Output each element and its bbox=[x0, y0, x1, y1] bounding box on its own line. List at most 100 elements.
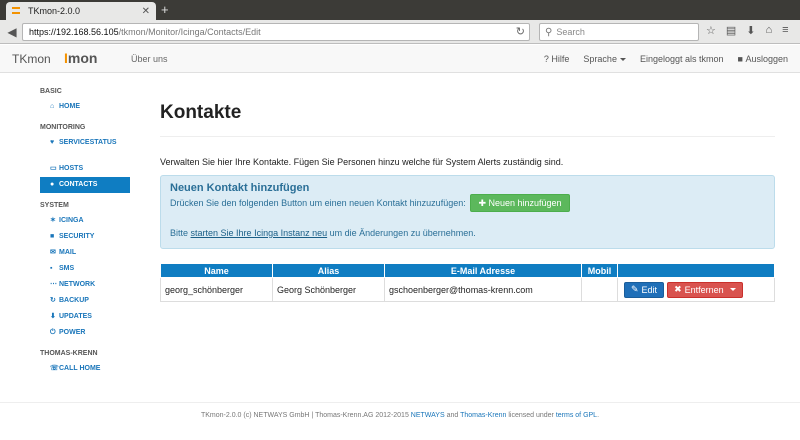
sidebar-item-label: ICINGA bbox=[59, 217, 84, 224]
close-icon: ✖ bbox=[674, 284, 682, 294]
sidebar-item-call-home[interactable]: ☏CALL HOME bbox=[40, 361, 130, 377]
close-tab-icon[interactable]: ✕ bbox=[142, 6, 150, 17]
restart-note: Bitte starten Sie Ihre Icinga Instanz ne… bbox=[170, 228, 476, 238]
sidebar-item-contacts[interactable]: ● CONTACTS bbox=[40, 177, 130, 193]
sidebar-item-label: MAIL bbox=[59, 249, 77, 256]
tkmon-logo: Imon bbox=[64, 50, 98, 66]
url-path: /tkmon/Monitor/Icinga/Contacts/Edit bbox=[118, 27, 261, 37]
panel-text: Drücken Sie den folgenden Button um eine… bbox=[170, 198, 466, 208]
help-icon: ? bbox=[543, 54, 552, 64]
bookmark-star-icon[interactable]: ☆ bbox=[706, 24, 716, 37]
sidebar-item-power[interactable]: ⏻ POWER bbox=[40, 325, 130, 341]
sidebar-item-label: HOSTS bbox=[59, 165, 84, 172]
gpl-terms-link[interactable]: terms of GPL bbox=[556, 412, 597, 419]
browser-toolbar: ◀ https://192.168.56.105 /tkmon/Monitor/… bbox=[0, 20, 800, 44]
browser-tab-bar: TKmon-2.0.0 ✕ + bbox=[0, 0, 800, 20]
add-contact-button[interactable]: ✚ Neuen hinzufügen bbox=[470, 194, 570, 212]
sidebar-item-label: BACKUP bbox=[59, 297, 89, 304]
mail-icon: ✉ bbox=[50, 249, 56, 256]
tkmon-favicon-icon bbox=[12, 6, 22, 16]
search-icon: ⚲ bbox=[545, 26, 553, 38]
reload-icon[interactable]: ↻ bbox=[516, 25, 525, 38]
back-arrow-icon[interactable]: ◀ bbox=[4, 24, 20, 40]
sidebar-heading: THOMAS-KRENN bbox=[40, 350, 98, 357]
sidebar-item-mail[interactable]: ✉ MAIL bbox=[40, 245, 130, 261]
sidebar-item-servicestatus[interactable]: ♥ SERVICESTATUS bbox=[40, 135, 130, 151]
brand-name[interactable]: TKmon bbox=[12, 52, 51, 66]
sidebar: BASIC ⌂ HOME MONITORING ♥ SERVICESTATUS ▭ HOSTS… bbox=[40, 88, 130, 377]
url-host: https://192.168.56.105 bbox=[29, 27, 119, 37]
browser-tab-title: TKmon-2.0.0 bbox=[28, 6, 81, 16]
plus-icon: ✚ bbox=[478, 197, 489, 208]
contact-email: gschoenberger@thomas-krenn.com bbox=[384, 277, 582, 302]
restart-icinga-link[interactable]: starten Sie Ihre Icinga Instanz neu bbox=[191, 228, 328, 238]
col-actions bbox=[617, 263, 775, 278]
sidebar-heading: SYSTEM bbox=[40, 202, 69, 209]
download-icon[interactable]: ⬇ bbox=[746, 24, 755, 37]
heart-icon: ♥ bbox=[50, 139, 55, 146]
sidebar-item-security[interactable]: ■ SECURITY bbox=[40, 229, 130, 245]
sidebar-item-label: SERVICESTATUS bbox=[59, 139, 117, 146]
remove-button[interactable]: ✖ Entfernen bbox=[667, 281, 743, 298]
logout-link[interactable]: ■ Ausloggen bbox=[738, 54, 788, 64]
language-dropdown[interactable]: Sprache bbox=[583, 54, 626, 64]
lock-icon: ■ bbox=[50, 233, 55, 240]
sidebar-item-label: HOME bbox=[59, 103, 80, 110]
contact-name: georg_schönberger bbox=[160, 277, 273, 302]
add-contact-panel: Neuen Kontakt hinzufügen Drücken Sie den… bbox=[160, 175, 775, 249]
contact-actions: ✎ Edit ✖ Entfernen bbox=[617, 277, 775, 302]
table-header-row: Name Alias E-Mail Adresse Mobil bbox=[160, 263, 775, 278]
user-icon: ● bbox=[50, 181, 55, 188]
bookmarks-list-icon[interactable]: ▤ bbox=[726, 24, 736, 37]
edit-button[interactable]: ✎ Edit bbox=[624, 281, 665, 298]
sidebar-item-hosts[interactable]: ▭ HOSTS bbox=[40, 161, 130, 177]
sidebar-item-network[interactable]: ⋯ NETWORK bbox=[40, 277, 130, 293]
chevron-down-icon bbox=[619, 57, 626, 61]
sidebar-item-label: CALL HOME bbox=[59, 365, 101, 372]
sidebar-item-updates[interactable]: ⬇ UPDATES bbox=[40, 309, 130, 325]
help-link[interactable]: ? Hilfe bbox=[544, 54, 570, 64]
monitor-icon: ▭ bbox=[50, 165, 57, 172]
sidebar-item-sms[interactable]: ▪ SMS bbox=[40, 261, 130, 277]
sidebar-heading: MONITORING bbox=[40, 124, 86, 131]
message-icon: ▪ bbox=[50, 265, 53, 272]
sidebar-item-icinga[interactable]: ✶ ICINGA bbox=[40, 213, 130, 229]
panel-title: Neuen Kontakt hinzufügen bbox=[170, 182, 310, 194]
sidebar-heading: BASIC bbox=[40, 88, 62, 95]
sidebar-item-label: POWER bbox=[59, 329, 86, 336]
browser-tab[interactable]: TKmon-2.0.0 ✕ bbox=[6, 2, 156, 20]
about-link[interactable]: Über uns bbox=[131, 54, 168, 64]
new-tab-button[interactable]: + bbox=[161, 2, 169, 18]
table-row: georg_schönberger Georg Schönberger gsch… bbox=[160, 277, 775, 302]
sidebar-item-backup[interactable]: ↻ BACKUP bbox=[40, 293, 130, 309]
home-icon[interactable]: ⌂ bbox=[766, 24, 773, 37]
sidebar-item-label: UPDATES bbox=[59, 313, 92, 320]
browser-toolbar-icons: ☆ ▤ ⬇ ⌂ ≡ bbox=[706, 24, 789, 37]
sidebar-item-label: SECURITY bbox=[59, 233, 95, 240]
title-divider bbox=[160, 136, 775, 137]
icinga-icon: ✶ bbox=[50, 217, 56, 224]
footer-divider bbox=[0, 402, 800, 403]
col-name: Name bbox=[160, 263, 273, 278]
url-bar[interactable]: https://192.168.56.105 /tkmon/Monitor/Ic… bbox=[22, 23, 530, 41]
contacts-table: Name Alias E-Mail Adresse Mobil georg_sc… bbox=[160, 263, 775, 302]
phone-icon: ☏ bbox=[50, 365, 59, 372]
thomas-krenn-link[interactable]: Thomas-Krenn bbox=[460, 412, 506, 419]
logged-in-label: Eingeloggt als tkmon bbox=[639, 54, 724, 64]
menu-icon[interactable]: ≡ bbox=[782, 24, 788, 37]
intro-text: Verwalten Sie hier Ihre Kontakte. Fügen … bbox=[160, 157, 564, 167]
app-navbar: TKmon Imon Über uns ? Hilfe Sprache Eing… bbox=[0, 45, 800, 73]
download-icon: ⬇ bbox=[50, 313, 56, 320]
netways-link[interactable]: NETWAYS bbox=[411, 412, 445, 419]
col-mobile: Mobil bbox=[581, 263, 618, 278]
footer: TKmon-2.0.0 (c) NETWAYS GmbH | Thomas-Kr… bbox=[200, 412, 600, 419]
network-icon: ⋯ bbox=[50, 281, 57, 288]
sidebar-item-label: CONTACTS bbox=[59, 181, 98, 188]
lock-icon: ■ bbox=[737, 54, 746, 64]
search-input[interactable]: ⚲ Search bbox=[539, 23, 699, 41]
sidebar-item-home[interactable]: ⌂ HOME bbox=[40, 99, 130, 115]
page-title: Kontakte bbox=[160, 102, 242, 123]
sidebar-item-label: NETWORK bbox=[59, 281, 96, 288]
chevron-down-icon bbox=[729, 288, 736, 291]
edit-icon: ✎ bbox=[631, 284, 639, 294]
